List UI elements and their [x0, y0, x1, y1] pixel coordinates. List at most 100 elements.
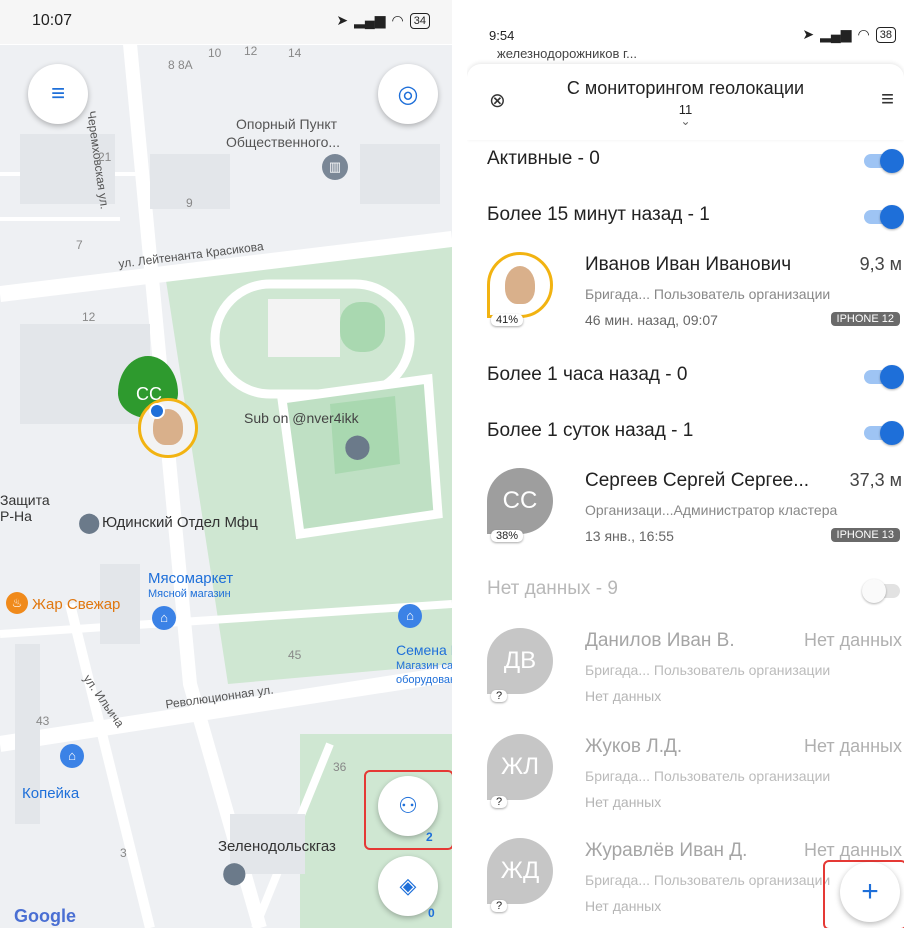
map-poi-label: Копейка — [22, 785, 80, 802]
user-name: Иванов Иван Иванович — [585, 254, 792, 275]
chevron-down-icon[interactable]: ⌄ — [467, 114, 904, 128]
map-poi-label: Мясной магазин — [148, 588, 231, 600]
map-poi-label: Юдинский Отдел Мфц — [102, 514, 258, 531]
monitoring-list-screen: 9:54 ➤ ▂▄▆ ◠ 38 железнодорожников г... ⊗… — [467, 0, 904, 928]
user-distance: 37,3 м — [849, 470, 902, 490]
building-number: 8 8А — [168, 58, 193, 72]
user-avatar: ЖЛ — [487, 734, 553, 800]
map-poi-label: Семена L — [396, 642, 452, 658]
shopping-pin-icon: ⌂ — [152, 606, 176, 630]
device-badge: IPHONE 13 — [830, 528, 900, 542]
user-name: Данилов Иван В. — [585, 630, 735, 651]
my-location-button[interactable]: ◎ — [378, 64, 438, 124]
building-number: 3 — [120, 846, 127, 860]
map-pin-icon: ⬤ — [78, 512, 101, 534]
government-building-icon: ▥ — [322, 154, 348, 180]
location-dot-icon — [149, 403, 165, 419]
user-distance: Нет данных — [804, 840, 902, 860]
user-role: Бригада... Пользователь организации — [585, 662, 831, 678]
section-toggle[interactable] — [864, 365, 904, 389]
user-marker-avatar[interactable] — [138, 398, 198, 458]
battery-percent: 41% — [491, 314, 524, 326]
list-sheet-header: ⊗ С мониторингом геолокации 11 ⌄ ≡ — [467, 64, 904, 140]
section-label: Активные - 0 — [487, 148, 600, 169]
add-button[interactable]: + — [840, 862, 900, 922]
section-toggle[interactable] — [864, 205, 904, 229]
status-time: 10:07 — [32, 12, 73, 29]
sort-icon[interactable]: ≡ — [881, 86, 894, 112]
battery-indicator: 38 — [875, 26, 896, 43]
menu-button[interactable]: ≡ — [28, 64, 88, 124]
battery-indicator: 34 — [409, 12, 430, 29]
status-bar: 9:54 ➤ ▂▄▆ ◠ 38 железнодорожников г... — [467, 0, 904, 70]
layers-icon: ◈ — [399, 873, 417, 898]
map-screen: 10:07 ➤ ▂▄▆ ◠ 34 ул. Лейтенанта Красиков… — [0, 0, 452, 928]
user-avatar — [487, 252, 553, 318]
battery-percent: 38% — [491, 530, 524, 542]
map-poi-label: Опорный Пункт — [236, 116, 338, 132]
section-header: Более 1 часа назад - 0 — [487, 364, 904, 389]
section-label: Более 1 суток назад - 1 — [487, 420, 694, 441]
avatar-initials: ДВ — [503, 647, 537, 674]
list-item[interactable]: 41% Иванов Иван Иванович 9,3 м Бригада..… — [487, 252, 904, 342]
layers-count-badge: 0 — [428, 906, 435, 920]
user-last-seen: 13 янв., 16:55 — [585, 528, 674, 544]
user-role: Бригада... Пользователь организации — [585, 286, 831, 302]
section-label: Нет данных - 9 — [487, 578, 618, 599]
google-logo: Google — [14, 906, 76, 926]
building-number: 12 — [244, 44, 258, 58]
user-last-seen: Нет данных — [585, 794, 662, 810]
map-poi-label: Мясомаркет — [148, 570, 234, 587]
map-pin-icon: ⬤ — [222, 860, 247, 885]
building-number: 45 — [288, 648, 302, 662]
signal-icon: ▂▄▆ — [820, 26, 852, 42]
building-number: 21 — [98, 150, 112, 164]
user-last-seen: Нет данных — [585, 898, 662, 914]
building-number: 10 — [208, 46, 222, 60]
user-avatar: ДВ — [487, 628, 553, 694]
section-toggle[interactable] — [864, 421, 904, 445]
section-header: Более 15 минут назад - 1 — [487, 204, 904, 229]
status-time: 9:54 — [489, 28, 515, 43]
map-poi-label: Р-На — [0, 508, 32, 524]
user-name: Журавлёв Иван Д. — [585, 840, 748, 861]
battery-unknown: ? — [491, 900, 508, 912]
map-poi-label: Общественного... — [226, 134, 341, 150]
section-header: Более 1 суток назад - 1 — [487, 420, 904, 445]
section-header: Активные - 0 — [487, 148, 904, 173]
list-item[interactable]: ЖЛ ? Жуков Л.Д. Нет данных Бригада... По… — [487, 734, 904, 824]
location-arrow-icon: ➤ — [336, 12, 349, 28]
building-number: 36 — [333, 760, 347, 774]
restaurant-pin-icon: ♨ — [6, 592, 28, 614]
section-label: Более 1 часа назад - 0 — [487, 364, 688, 385]
people-count-badge: 2 — [426, 830, 433, 844]
list-item[interactable]: СС 38% Сергеев Сергей Сергее... 37,3 м О… — [487, 468, 904, 558]
section-toggle[interactable] — [862, 579, 900, 603]
person-icon: ⚇ — [398, 793, 418, 818]
section-toggle[interactable] — [864, 149, 904, 173]
wifi-icon: ◠ — [857, 26, 870, 42]
status-bar: 10:07 ➤ ▂▄▆ ◠ 34 — [0, 0, 452, 44]
user-role: Бригада... Пользователь организации — [585, 768, 831, 784]
wifi-icon: ◠ — [391, 12, 404, 28]
people-list-button[interactable]: ⚇ — [378, 776, 438, 836]
user-distance: Нет данных — [804, 736, 902, 756]
building-number: 7 — [76, 238, 83, 252]
sheet-title[interactable]: С мониторингом геолокации — [467, 78, 904, 99]
map-pin-icon: ⬤ — [344, 433, 371, 460]
device-badge: IPHONE 12 — [830, 312, 900, 326]
shopping-pin-icon: ⌂ — [398, 604, 422, 628]
map-poi-label: Защита — [0, 492, 50, 508]
list-item[interactable]: ДВ ? Данилов Иван В. Нет данных Бригада.… — [487, 628, 904, 718]
map-poi-label: Жар Свежар — [32, 596, 121, 613]
map-poi-label: оборудован — [396, 674, 452, 686]
user-last-seen: Нет данных — [585, 688, 662, 704]
section-label: Более 15 минут назад - 1 — [487, 204, 710, 225]
user-avatar: СС — [487, 468, 553, 534]
user-role: Организаци...Администратор кластера — [585, 502, 838, 518]
user-distance: Нет данных — [804, 630, 902, 650]
hamburger-menu-icon: ≡ — [50, 80, 65, 107]
building-number: 14 — [288, 46, 302, 60]
building-number: 12 — [82, 310, 96, 324]
avatar-initials: ЖД — [500, 857, 540, 884]
